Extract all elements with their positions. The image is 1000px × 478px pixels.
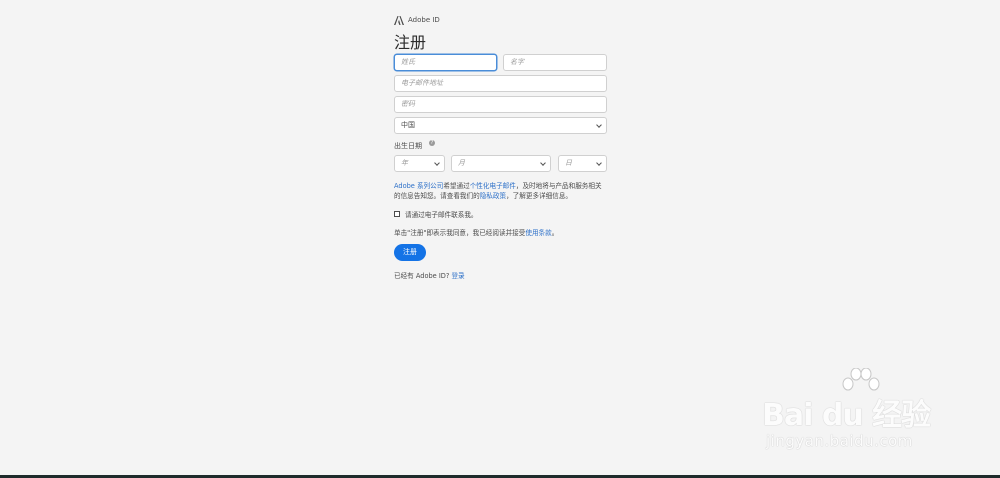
- terms-notice: 单击"注册"即表示我同意，我已经阅读并接受使用条款。: [394, 227, 558, 237]
- email-consent[interactable]: 请通过电子邮件联系我。: [394, 209, 478, 219]
- chevron-down-icon: [434, 160, 440, 166]
- email-consent-checkbox[interactable]: [394, 211, 400, 217]
- existing-account-text: 已经有 Adobe ID?: [394, 272, 450, 280]
- first-name-placeholder: 名字: [510, 58, 524, 66]
- signin-link[interactable]: 登录: [451, 272, 464, 280]
- dob-label: 出生日期: [394, 142, 422, 150]
- chevron-down-icon: [596, 122, 602, 128]
- terms-text-2: 。: [551, 229, 559, 237]
- email-input[interactable]: 电子邮件地址: [394, 75, 607, 92]
- day-select[interactable]: 日: [558, 155, 607, 172]
- existing-account: 已经有 Adobe ID? 登录: [394, 270, 465, 280]
- year-select[interactable]: 年: [394, 155, 445, 172]
- chevron-down-icon: [540, 160, 546, 166]
- marketing-notice: Adobe 系列公司希望通过个性化电子邮件，及时地将与产品和服务相关的信息告知您…: [394, 181, 608, 201]
- adobe-family-link[interactable]: Adobe 系列公司: [394, 182, 443, 190]
- chevron-down-icon: [596, 160, 602, 166]
- last-name-placeholder: 姓氏: [401, 58, 415, 66]
- terms-text-1: 单击"注册"即表示我同意，我已经阅读并接受: [394, 229, 526, 237]
- watermark-main: Bai du 经验: [762, 398, 931, 433]
- signup-button[interactable]: 注册: [394, 244, 426, 261]
- personalized-email-link[interactable]: 个性化电子邮件: [470, 182, 516, 190]
- month-select[interactable]: 月: [451, 155, 551, 172]
- terms-of-use-link[interactable]: 使用条款: [525, 229, 551, 237]
- brand: Adobe ID: [394, 14, 608, 26]
- watermark-sub: jingyan.baidu.com: [766, 432, 913, 450]
- page-title: 注册: [394, 33, 427, 52]
- last-name-input[interactable]: 姓氏: [394, 54, 497, 71]
- signup-form: Adobe ID 注册 姓氏 名字 电子邮件地址 密码 中国 出生日期 ? 年 …: [394, 14, 608, 280]
- privacy-policy-link[interactable]: 隐私政策: [480, 192, 506, 200]
- first-name-input[interactable]: 名字: [503, 54, 607, 71]
- day-placeholder: 日: [565, 159, 572, 167]
- baidu-jingyan-watermark: Bai du 经验 jingyan.baidu.com: [762, 368, 952, 458]
- adobe-logo-icon: [394, 15, 404, 25]
- country-select[interactable]: 中国: [394, 117, 607, 134]
- help-icon[interactable]: ?: [429, 140, 435, 146]
- month-placeholder: 月: [458, 159, 465, 167]
- notice-text-3: ，了解更多详细信息。: [506, 192, 573, 200]
- email-consent-label: 请通过电子邮件联系我。: [405, 211, 478, 219]
- brand-name: Adobe ID: [408, 16, 440, 24]
- password-input[interactable]: 密码: [394, 96, 607, 113]
- country-value: 中国: [401, 121, 415, 129]
- email-placeholder: 电子邮件地址: [401, 79, 443, 87]
- notice-text-1: 希望通过: [443, 182, 470, 190]
- password-placeholder: 密码: [401, 100, 415, 108]
- year-placeholder: 年: [401, 159, 408, 167]
